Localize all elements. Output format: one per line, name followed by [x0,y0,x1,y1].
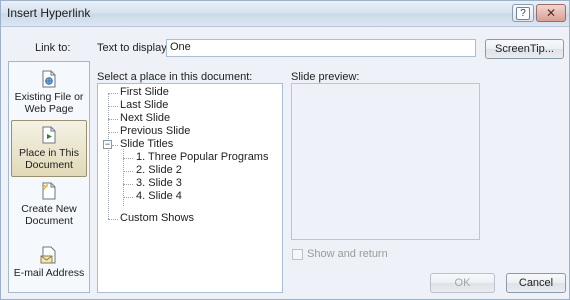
text-to-display-label: Text to display: [97,42,170,54]
sidebar-item-existing-file[interactable]: Existing File or Web Page [11,70,87,115]
tree-item-previous-slide[interactable]: Previous Slide [120,125,190,137]
sidebar-item-label: Web Page [24,103,74,115]
show-and-return-checkbox[interactable] [292,248,303,260]
tree-item-next-slide[interactable]: Next Slide [120,112,170,124]
title-bar: Insert Hyperlink ? ✕ [1,1,569,27]
help-button[interactable]: ? [512,4,534,22]
tree-item-last-slide[interactable]: Last Slide [120,99,168,111]
tree-item-first-slide[interactable]: First Slide [120,86,169,98]
show-and-return-option[interactable]: Show and return [292,248,388,260]
ok-button[interactable]: OK [430,273,495,293]
place-tree[interactable]: − First Slide Last Slide Next Slide Prev… [97,83,283,293]
collapse-slide-titles-icon[interactable]: − [103,140,112,149]
sidebar-item-label: Existing File or [14,91,84,103]
close-button[interactable]: ✕ [536,4,566,22]
tree-item-slide-titles[interactable]: Slide Titles [120,138,173,150]
tree-item-slide-4[interactable]: 4. Slide 4 [136,190,182,202]
sidebar-item-label: Document [25,159,73,171]
sidebar-item-create-new-document[interactable]: Create New Document [11,182,87,227]
sidebar-item-email-address[interactable]: E-mail Address [11,246,87,279]
help-icon: ? [516,6,530,20]
sidebar-item-place-in-document[interactable]: Place in This Document [11,120,87,177]
link-to-sidebar: Existing File or Web Page Place in This … [8,61,90,293]
text-to-display-input[interactable]: One [166,39,476,57]
link-to-label: Link to: [35,42,71,54]
sidebar-item-label: Place in This [19,147,79,159]
screentip-button[interactable]: ScreenTip... [485,39,564,59]
tree-item-custom-shows[interactable]: Custom Shows [120,212,194,224]
select-place-label: Select a place in this document: [97,71,253,83]
sidebar-item-label: E-mail Address [13,267,85,279]
tree-item-slide-3[interactable]: 3. Slide 3 [136,177,182,189]
email-address-icon [40,246,56,264]
close-icon: ✕ [545,6,557,20]
show-and-return-label: Show and return [307,248,388,260]
tree-item-slide-1[interactable]: 1. Three Popular Programs [136,151,268,163]
place-in-document-icon [42,126,56,144]
insert-hyperlink-dialog: Insert Hyperlink ? ✕ Link to: Text to di… [0,0,570,300]
existing-file-web-page-icon [42,70,56,88]
window-title: Insert Hyperlink [7,6,91,20]
slide-preview-pane [291,83,480,240]
sidebar-item-label: Document [25,215,73,227]
tree-item-slide-2[interactable]: 2. Slide 2 [136,164,182,176]
cancel-button[interactable]: Cancel [506,273,566,293]
slide-preview-label: Slide preview: [291,71,360,83]
sidebar-item-label: Create New [21,203,77,215]
create-new-document-icon [42,182,56,200]
